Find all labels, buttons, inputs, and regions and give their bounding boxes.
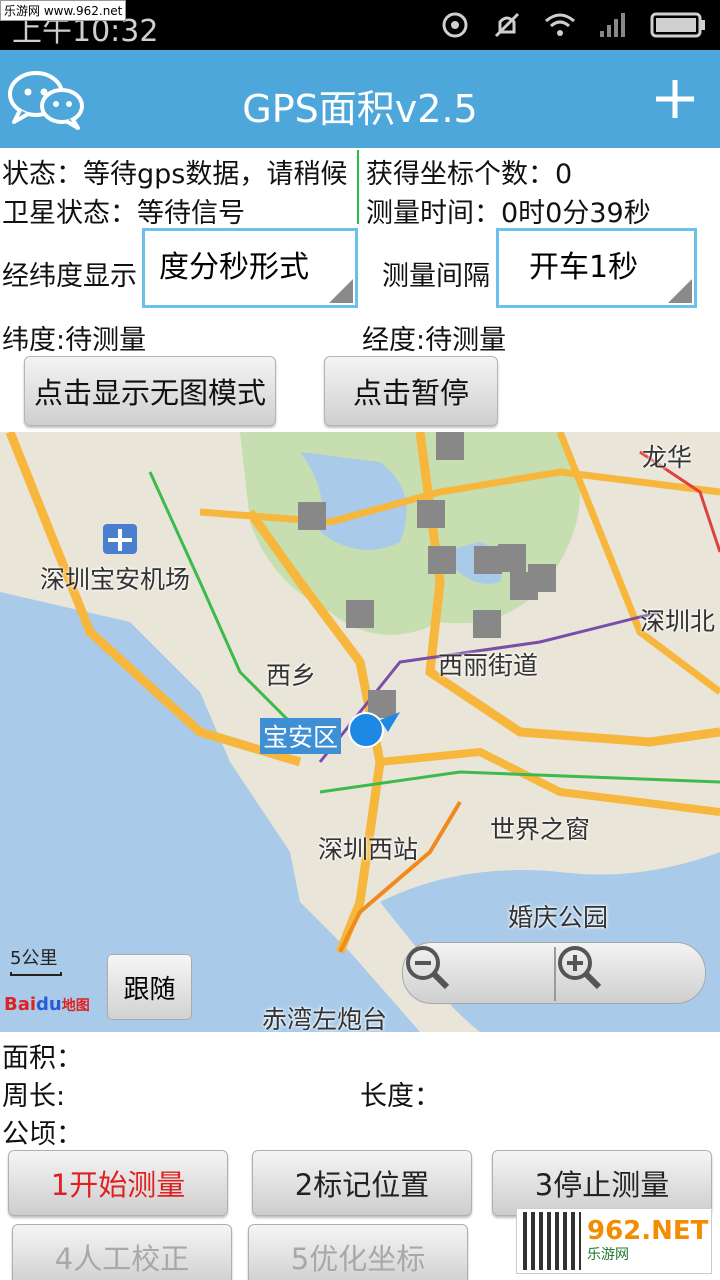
zoom-out-button[interactable]	[403, 943, 555, 1003]
longitude-text: 经度:待测量	[362, 325, 507, 356]
signal-icon	[600, 13, 625, 37]
zoom-control	[402, 942, 706, 1004]
baidu-logo: Baidu地图	[4, 994, 90, 1015]
watermark-brand: 962.NET	[587, 1216, 709, 1246]
watermark-sub: 乐游网	[587, 1247, 629, 1263]
latlon-display-label: 经纬度显示	[2, 261, 137, 292]
measure-time-text: 测量时间：0时0分39秒	[366, 198, 651, 229]
map-label-shenzhen-north: 深圳北	[640, 607, 716, 636]
manual-correct-button[interactable]: 4人工校正	[12, 1224, 232, 1280]
zoom-out-icon	[406, 946, 450, 990]
corner-watermark: 962.NET 乐游网	[516, 1208, 712, 1274]
latlon-format-value: 度分秒形式	[159, 250, 309, 285]
map-label-shenzhen-west: 深圳西站	[318, 835, 419, 864]
latlon-format-select[interactable]: 度分秒形式	[142, 228, 358, 308]
interval-value: 开车1秒	[529, 250, 639, 285]
scale-bar	[10, 972, 62, 976]
status-bar: 上午10:32 乐游网 www.962.net	[0, 0, 720, 50]
area-label: 面积：	[2, 1043, 83, 1074]
baidu-logo-du: du	[36, 994, 62, 1015]
map-label-longhua: 龙华	[642, 443, 693, 472]
interval-select[interactable]: 开车1秒	[496, 228, 697, 308]
pause-button[interactable]: 点击暂停	[324, 356, 498, 426]
map-scale-label: 5公里	[10, 948, 58, 969]
zoom-in-icon	[558, 946, 602, 990]
optimize-coords-button[interactable]: 5优化坐标	[248, 1224, 468, 1280]
zoom-in-button[interactable]	[555, 943, 707, 1003]
map-label-xixiang: 西乡	[266, 661, 317, 690]
latitude-text: 纬度:待测量	[2, 325, 147, 356]
qr-code-icon	[523, 1212, 581, 1270]
map-scale: 5公里	[10, 944, 62, 976]
dropdown-corner-icon	[329, 279, 353, 303]
baidu-logo-map: 地图	[61, 998, 90, 1014]
wifi-icon	[545, 13, 575, 36]
map-label-chiwan: 赤湾左炮台	[262, 1005, 388, 1032]
no-map-mode-button[interactable]: 点击显示无图模式	[24, 356, 276, 426]
title-bar: GPS面积v2.5	[0, 50, 720, 148]
start-measure-button[interactable]: 1开始测量	[8, 1150, 228, 1216]
follow-button[interactable]: 跟随	[107, 954, 192, 1020]
dropdown-corner-icon	[668, 279, 692, 303]
plus-icon[interactable]	[654, 78, 696, 124]
map-label-wedding-park: 婚庆公园	[508, 903, 609, 932]
length-label: 长度：	[360, 1081, 441, 1112]
baidu-logo-text: Bai	[4, 994, 37, 1015]
stop-measure-button[interactable]: 3停止测量	[492, 1150, 712, 1216]
battery-icon	[650, 12, 705, 38]
watermark-label: 乐游网 www.962.net	[0, 0, 127, 21]
map-view[interactable]: 龙华 深圳宝安机场 深圳北 西乡 西丽街道 宝安区 世界之窗 深圳西站 婚庆公园…	[0, 432, 720, 1032]
hectare-label: 公顷：	[2, 1119, 83, 1150]
coord-count-text: 获得坐标个数：0	[366, 159, 573, 190]
map-label-baoan: 宝安区	[260, 718, 342, 754]
divider	[357, 150, 359, 224]
gps-status-text: 状态：等待gps数据，请稍候	[2, 159, 348, 190]
map-label-airport: 深圳宝安机场	[40, 565, 191, 594]
mute-icon	[494, 12, 520, 38]
map-label-window-of-world: 世界之窗	[490, 815, 591, 844]
interval-label: 测量间隔	[382, 261, 490, 292]
mark-position-button[interactable]: 2标记位置	[252, 1150, 472, 1216]
map-label-xili: 西丽街道	[438, 651, 539, 680]
app-title: GPS面积v2.5	[242, 87, 478, 131]
satellite-status-text: 卫星状态：等待信号	[2, 198, 245, 229]
status-icons	[440, 10, 706, 40]
sync-icon	[442, 12, 468, 38]
perimeter-label: 周长:	[2, 1081, 66, 1112]
